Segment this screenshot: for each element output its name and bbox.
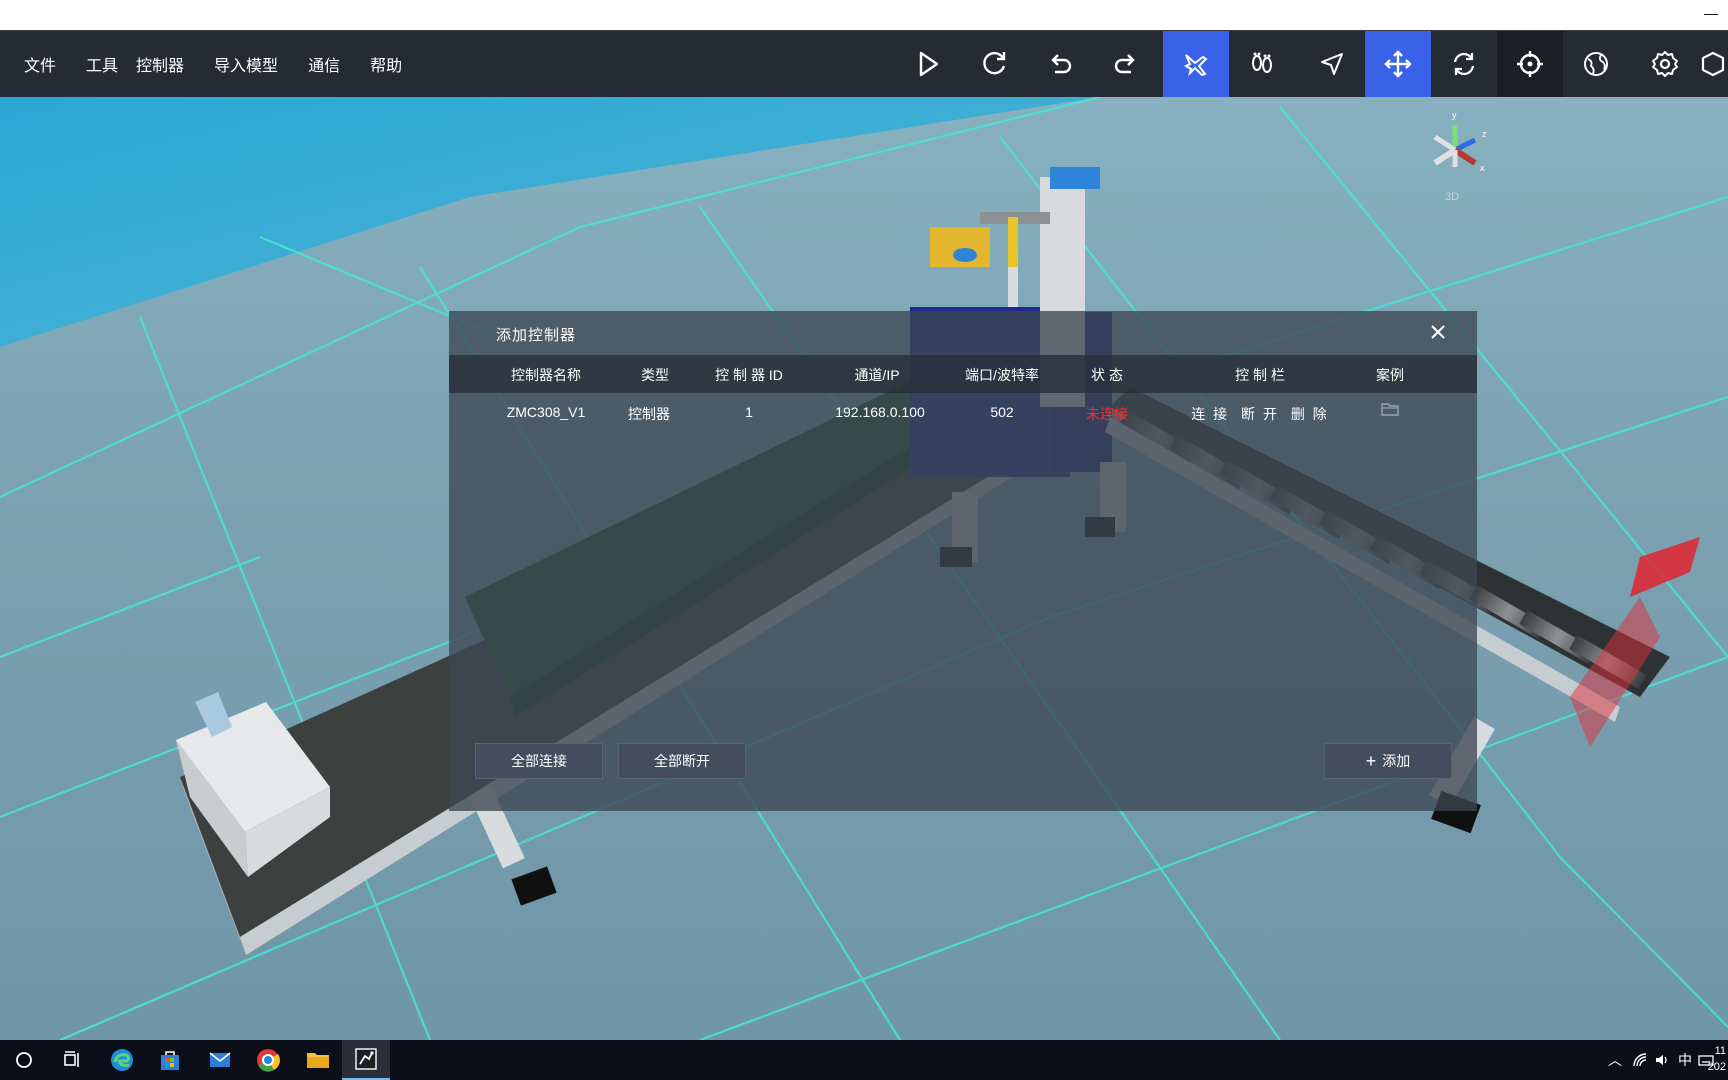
store-button[interactable] (146, 1040, 194, 1080)
move-icon (1384, 50, 1412, 78)
edge-icon (111, 1049, 133, 1071)
cell-port: 502 (990, 404, 1014, 420)
menu-help[interactable]: 帮助 (364, 52, 408, 76)
explorer-button[interactable] (294, 1040, 342, 1080)
menu-communication[interactable]: 通信 (302, 52, 346, 76)
undo-icon (1051, 54, 1072, 74)
play-icon (919, 51, 939, 77)
window-title-strip (0, 0, 1728, 31)
clock-date: 202 (1707, 1061, 1726, 1073)
connect-link[interactable]: 连 接 (1191, 406, 1229, 422)
chrome-button[interactable] (244, 1040, 292, 1080)
col-ip: 通道/IP (854, 367, 900, 383)
gizmo-axis-x: x (1480, 163, 1485, 173)
simulator-icon (355, 1048, 377, 1070)
col-id: 控 制 器 ID (715, 367, 783, 383)
explorer-icon (307, 1053, 329, 1068)
col-port: 端口/波特率 (965, 367, 1039, 383)
cell-id: 1 (745, 404, 753, 420)
col-name: 控制器名称 (511, 367, 581, 383)
mail-button[interactable] (196, 1040, 244, 1080)
fly-mode-button[interactable] (1163, 31, 1229, 97)
target-button[interactable] (1497, 31, 1563, 97)
network-icon[interactable] (1632, 1052, 1648, 1068)
cube-icon (1701, 51, 1725, 77)
settings-icon (1652, 51, 1678, 77)
add-button-label: 添加 (1382, 753, 1411, 769)
select-button[interactable] (1299, 31, 1365, 97)
task-view-icon (64, 1051, 79, 1067)
gizmo-axis-z: z (1482, 129, 1487, 139)
sync-icon (1453, 52, 1475, 76)
col-example: 案例 (1376, 367, 1404, 383)
menu-import-model[interactable]: 导入模型 (208, 52, 284, 76)
edge-button[interactable] (98, 1040, 146, 1080)
cell-ip: 192.168.0.100 (835, 404, 925, 420)
clock-time: 11 (1714, 1045, 1726, 1057)
col-status: 状 态 (1091, 367, 1123, 383)
simulator-button[interactable] (342, 1040, 390, 1080)
globe-icon (1584, 52, 1608, 76)
disconnect-all-button[interactable]: 全部断开 (618, 743, 746, 779)
cell-name: ZMC308_V1 (506, 404, 586, 420)
search-icon (16, 1052, 32, 1068)
mail-icon (209, 1052, 231, 1067)
main-toolbar: 文件 工具 控制器 导入模型 通信 帮助 (0, 31, 1728, 97)
move-button[interactable] (1365, 31, 1431, 97)
cell-type: 控制器 (628, 406, 670, 422)
add-button[interactable]: + 添加 (1324, 743, 1452, 779)
plus-icon: + (1365, 751, 1377, 771)
connect-all-button[interactable]: 全部连接 (475, 743, 603, 779)
pointer-icon (1321, 53, 1343, 75)
search-button[interactable] (0, 1040, 48, 1080)
add-controller-dialog: 添加控制器 控制器名称 类型 控 制 器 ID 通道/IP 端口/波特率 状 态… (449, 311, 1477, 811)
folder-icon[interactable] (1381, 401, 1399, 417)
task-view-button[interactable] (48, 1040, 96, 1080)
menu-controller[interactable]: 控制器 (130, 52, 190, 76)
delete-link[interactable]: 删 除 (1291, 406, 1329, 422)
ime-indicator[interactable]: 中 (1678, 1050, 1692, 1070)
col-controls: 控 制 栏 (1235, 367, 1285, 383)
undo-button[interactable] (1027, 31, 1093, 97)
table-header: 控制器名称 类型 控 制 器 ID 通道/IP 端口/波特率 状 态 控 制 栏… (449, 355, 1477, 393)
cell-controls: 连 接 断 开 删 除 (1187, 404, 1332, 424)
redo-icon (1114, 54, 1135, 74)
crosshair-icon (1517, 51, 1543, 77)
settings-button[interactable] (1632, 31, 1698, 97)
clock[interactable]: 11 202 (1708, 1043, 1726, 1075)
minimize-button[interactable] (1704, 14, 1718, 15)
footprints-icon (1252, 52, 1272, 73)
menu-bar: 文件 工具 控制器 导入模型 通信 帮助 (18, 31, 426, 97)
orientation-gizmo[interactable]: y z x (1420, 105, 1510, 205)
store-icon (161, 1051, 179, 1070)
chrome-icon (257, 1049, 280, 1072)
world-button[interactable] (1563, 31, 1629, 97)
gizmo-axis-y: y (1452, 110, 1457, 120)
menu-file[interactable]: 文件 (18, 52, 62, 76)
rotate-button[interactable] (1431, 31, 1497, 97)
dialog-title: 添加控制器 (496, 327, 577, 344)
redo-button[interactable] (1093, 31, 1159, 97)
disconnect-link[interactable]: 断 开 (1241, 406, 1279, 422)
col-type: 类型 (641, 367, 669, 383)
menu-tools[interactable]: 工具 (80, 52, 124, 76)
plane-icon (1183, 54, 1208, 77)
refresh-button[interactable] (961, 31, 1027, 97)
volume-icon[interactable] (1654, 1052, 1670, 1068)
cell-status: 未连接 (1086, 406, 1128, 422)
walk-mode-button[interactable] (1229, 31, 1295, 97)
overflow-button[interactable] (1698, 31, 1728, 97)
chevron-up-icon[interactable]: ︿ (1608, 1050, 1622, 1070)
refresh-icon (983, 51, 1006, 75)
play-button[interactable] (895, 31, 961, 97)
close-icon[interactable] (1425, 319, 1451, 345)
taskbar: ︿ 中 11 202 (0, 1040, 1728, 1080)
view-mode-label: 3D (1445, 191, 1460, 203)
